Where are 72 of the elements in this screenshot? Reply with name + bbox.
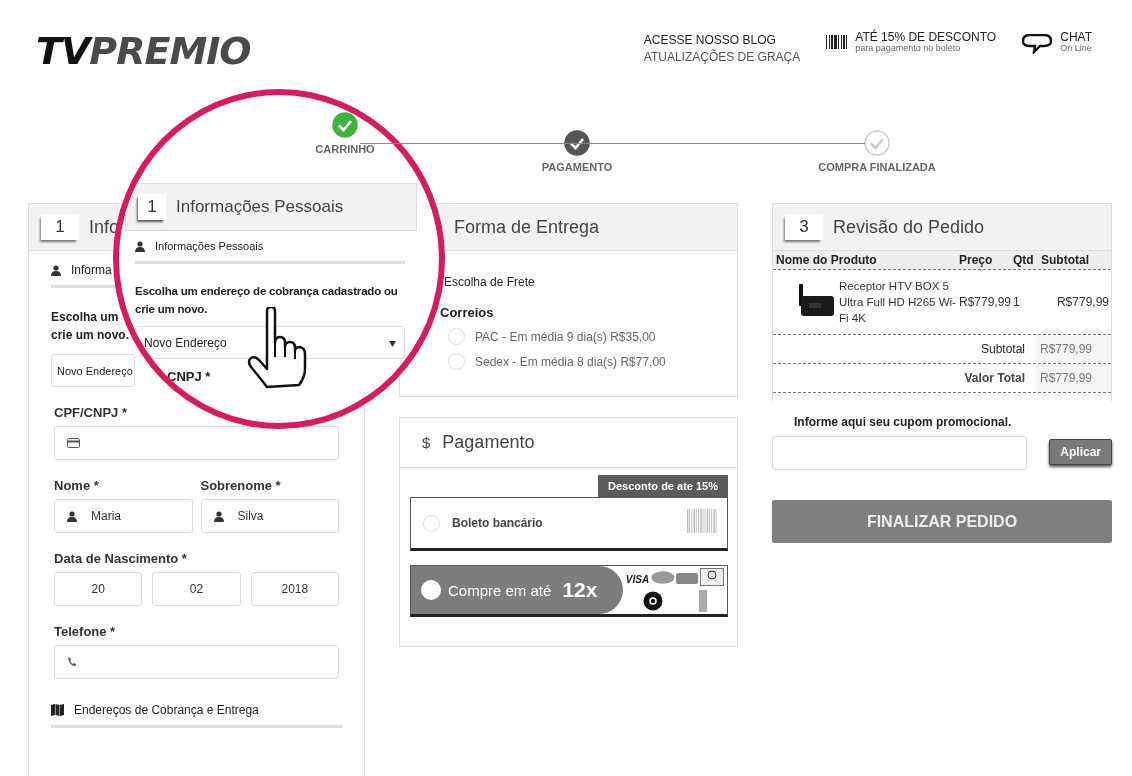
- input-field[interactable]: [54, 645, 339, 679]
- logo: TVPREMIO: [36, 28, 251, 74]
- input-field[interactable]: Silva: [200, 499, 339, 533]
- total-label: Subtotal: [980, 342, 1026, 356]
- field-label: Telefone *: [54, 624, 117, 639]
- shipping-option: PAC - Em média 9 dia(s) R$35,00: [475, 329, 656, 344]
- field-label: Data de Nascimento *: [54, 551, 188, 566]
- panel-title: Revisão do Pedido: [833, 216, 985, 238]
- dollar-sign: $: [422, 434, 431, 451]
- field-label: CPF/CNPJ *: [54, 405, 128, 420]
- card-icon: [67, 438, 80, 448]
- panel-title: Pagamento: [442, 432, 535, 453]
- step-number: 1: [41, 214, 79, 240]
- coupon-label: Informe aqui seu cupom promocional.: [794, 415, 1013, 429]
- discount-badge: Desconto de ate 15%: [597, 475, 728, 497]
- discount-subtitle: para pagamento no boleto: [855, 43, 962, 54]
- panel-title: Forma de Entrega: [454, 216, 600, 238]
- payment-option[interactable]: Boleto bancário: [410, 497, 728, 551]
- installment-count: 12x: [562, 578, 598, 602]
- field-label: Sobrenome *: [200, 478, 282, 493]
- total-value: R$779,99: [1035, 364, 1111, 392]
- product-name: Receptor HTV BOX 5 Ultra Full HD H265 Wi-Fi 4K: [839, 279, 957, 326]
- column-header: Nome do Produto: [775, 253, 878, 267]
- table-cell-text: R$779,99: [1055, 295, 1110, 309]
- radio-button[interactable]: [448, 328, 465, 345]
- field-label: CNPJ *: [167, 369, 211, 384]
- input-field[interactable]: 02: [152, 572, 241, 606]
- installment-text: Compre em até: [448, 581, 552, 599]
- field-label: Nome *: [54, 478, 100, 493]
- user-icon: [135, 240, 145, 252]
- total-value: R$779,99: [1035, 335, 1111, 363]
- total-label: Valor Total: [964, 371, 1026, 385]
- table-cell: R$779,99: [959, 295, 1013, 309]
- input-field[interactable]: 2018: [250, 572, 339, 606]
- payment-option[interactable]: Compre em até 12x VISA: [410, 565, 728, 617]
- user-icon: [67, 510, 77, 522]
- input-field[interactable]: 20: [54, 572, 143, 606]
- blog-subtitle: ATUALIZAÇÕES DE GRAÇA: [643, 49, 801, 66]
- chat-title: CHAT: [1060, 32, 1092, 43]
- panel-title: Informações Pessoais: [176, 197, 344, 217]
- prompt-text: Escolha um: [51, 309, 119, 326]
- step-number: 3: [785, 214, 823, 240]
- step-number: 1: [138, 194, 166, 220]
- user-icon: [213, 510, 224, 522]
- radio-button[interactable]: [448, 353, 465, 370]
- section-title: Endereços de Cobrança e Entrega: [74, 703, 259, 717]
- step-label: PAGAMENTO: [541, 161, 613, 173]
- shipping-option: Sedex - Em média 8 dia(s) R$77,00: [475, 354, 666, 369]
- section-title: Informa: [71, 263, 112, 277]
- shipping-subtitle: Escolha de Frete: [444, 275, 536, 289]
- column-header: Subtotal: [1041, 253, 1090, 267]
- step-label: COMPRA FINALIZADA: [818, 161, 936, 173]
- carrier-name: Correios: [440, 305, 495, 320]
- map-icon: [51, 704, 64, 716]
- radio-button[interactable]: [423, 514, 440, 532]
- chat-subtitle: On Line: [1060, 43, 1092, 54]
- blog-link[interactable]: ACESSE NOSSO BLOG: [643, 32, 801, 49]
- prompt-text: crie um novo.: [51, 327, 130, 344]
- coupon-field[interactable]: [772, 436, 1027, 470]
- phone-icon: [67, 657, 76, 667]
- step-label: CARRINHO: [315, 143, 375, 155]
- radio-button[interactable]: [421, 580, 441, 600]
- section-title: Informações Pessoais: [155, 240, 264, 252]
- address-select[interactable]: Novo Endereço: [51, 354, 135, 387]
- user-icon: [51, 264, 61, 276]
- visa-logo: VISA: [625, 573, 650, 585]
- apply-button[interactable]: Aplicar: [1049, 439, 1112, 465]
- input-field[interactable]: Maria: [54, 499, 193, 533]
- prompt-text: Escolha um endereço de cobrança cadastrado ou crie um novo.: [135, 284, 399, 317]
- column-header: Preço: [959, 253, 994, 267]
- column-header: Qtd: [1013, 253, 1035, 267]
- table-cell-text: 1: [1013, 295, 1021, 309]
